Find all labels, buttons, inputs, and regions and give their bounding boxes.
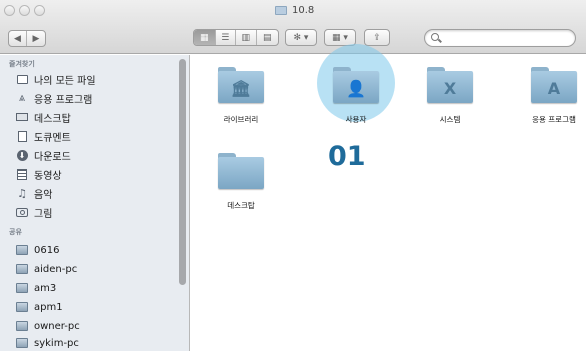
library-folder-icon: 🏛 [218, 67, 264, 103]
sidebar-item-label: 그림 [34, 208, 53, 220]
sidebar-item-label: 응용 프로그램 [34, 94, 93, 106]
column-view-icon: ▥ [241, 32, 251, 43]
icon-view-icon: ▦ [199, 32, 209, 43]
computer-icon [16, 301, 28, 313]
music-icon: ♫ [17, 186, 27, 200]
sidebar-item-applications[interactable]: ⩓ 응용 프로그램 [16, 90, 93, 106]
pictures-icon [16, 206, 28, 218]
sidebar-item-label: 동영상 [34, 170, 62, 182]
folder-item-applications[interactable]: A 응용 프로그램 [509, 55, 586, 135]
sidebar-item-all-files[interactable]: 나의 모든 파일 [16, 71, 96, 87]
folder-item-desktop[interactable]: 데스크탑 [196, 141, 286, 221]
folder-item-library[interactable]: 🏛 라이브러리 [196, 55, 286, 135]
applications-folder-icon: A [531, 67, 577, 103]
sidebar-item-label: aiden-pc [34, 263, 78, 275]
column-view-button[interactable]: ▥ [236, 30, 257, 45]
coverflow-view-button[interactable]: ▤ [257, 30, 278, 45]
search-input[interactable] [424, 29, 576, 47]
system-folder-icon: X [427, 67, 473, 103]
search-icon [431, 33, 439, 41]
computer-icon [16, 263, 28, 275]
list-view-button[interactable]: ☰ [216, 30, 237, 45]
folder-label: 시스템 [439, 115, 461, 124]
close-window-button[interactable] [4, 5, 15, 16]
computer-icon [16, 337, 28, 349]
list-view-icon: ☰ [221, 32, 230, 43]
sidebar-item-shared-owner-pc[interactable]: owner-pc [16, 318, 80, 334]
share-icon: ⇪ [373, 32, 381, 43]
documents-icon [16, 130, 28, 142]
sidebar-item-label: 나의 모든 파일 [34, 75, 96, 87]
all-files-icon [16, 73, 28, 85]
back-forward-buttons: ◀ ▶ [8, 30, 46, 47]
folder-label: 응용 프로그램 [532, 115, 576, 124]
folder-icon [275, 5, 287, 15]
users-folder-icon: 👤 [333, 67, 379, 103]
sidebar-item-label: 도큐멘트 [34, 132, 71, 144]
zoom-window-button[interactable] [34, 5, 45, 16]
sidebar-item-label: 0616 [34, 244, 60, 256]
toolbar: 10.8 ◀ ▶ ▦ ☰ ▥ ▤ ✻ ▾ ▦ ▾ ⇪ [0, 0, 586, 54]
action-button[interactable]: ✻ ▾ [285, 29, 317, 46]
sidebar-item-label: apm1 [34, 301, 63, 313]
sidebar-item-shared-sykim-pc[interactable]: sykim-pc [16, 335, 79, 351]
coverflow-view-icon: ▤ [263, 32, 272, 43]
sidebar-item-shared-am3[interactable]: am3 [16, 280, 56, 296]
desktop-icon [16, 111, 28, 123]
sidebar-item-music[interactable]: ♫ 음악 [16, 185, 52, 201]
folder-item-system[interactable]: X 시스템 [405, 55, 495, 135]
sidebar-item-label: am3 [34, 282, 57, 294]
finder-window: 10.8 ◀ ▶ ▦ ☰ ▥ ▤ ✻ ▾ ▦ ▾ ⇪ 즐겨찾기 나의 모든 파일… [0, 0, 586, 351]
sidebar-item-label: 데스크탑 [34, 113, 71, 125]
sidebar-item-desktop[interactable]: 데스크탑 [16, 109, 71, 125]
view-mode-segmented: ▦ ☰ ▥ ▤ [193, 29, 279, 46]
annotation-number: 01 [328, 141, 366, 172]
folder-label: 데스크탑 [227, 201, 255, 210]
applications-icon: ⩓ [18, 91, 26, 104]
desktop-folder-icon [218, 153, 264, 189]
share-button[interactable]: ⇪ [364, 29, 390, 46]
window-title: 10.8 [275, 3, 314, 17]
movies-icon [16, 168, 28, 180]
favorites-header: 즐겨찾기 [9, 60, 35, 68]
shared-header: 공유 [9, 228, 22, 236]
sidebar-item-shared-0616[interactable]: 0616 [16, 242, 59, 258]
sidebar-item-label: sykim-pc [34, 337, 79, 349]
gear-icon: ✻ ▾ [293, 32, 309, 43]
folder-label: 라이브러리 [223, 115, 259, 124]
arrange-icon: ▦ ▾ [332, 32, 348, 43]
window-title-text: 10.8 [292, 4, 315, 16]
back-button[interactable]: ◀ [9, 31, 28, 46]
folder-item-users[interactable]: 👤 사용자 [311, 55, 401, 135]
sidebar-item-label: 음악 [34, 189, 53, 201]
sidebar-item-label: owner-pc [34, 320, 80, 332]
computer-icon [16, 282, 28, 294]
forward-arrow-icon: ▶ [32, 33, 40, 44]
file-browser-pane: 🏛 라이브러리 👤 사용자 X 시스템 A 응용 프로그램 데스크탑 01 [191, 44, 586, 351]
minimize-window-button[interactable] [19, 5, 30, 16]
sidebar-item-shared-apm1[interactable]: apm1 [16, 299, 63, 315]
computer-icon [16, 244, 28, 256]
forward-button[interactable]: ▶ [27, 31, 45, 46]
sidebar-item-pictures[interactable]: 그림 [16, 204, 52, 220]
sidebar-item-shared-aiden-pc[interactable]: aiden-pc [16, 261, 77, 277]
computer-icon [16, 320, 28, 332]
sidebar-item-movies[interactable]: 동영상 [16, 166, 62, 182]
sidebar-item-downloads[interactable]: ⬇ 다운로드 [16, 147, 71, 163]
sidebar: 즐겨찾기 나의 모든 파일 ⩓ 응용 프로그램 데스크탑 도큐멘트 ⬇ 다운로드… [0, 55, 190, 351]
icon-view-button[interactable]: ▦ [194, 30, 216, 45]
downloads-icon: ⬇ [16, 149, 28, 161]
sidebar-scrollbar[interactable] [179, 59, 186, 285]
sidebar-item-label: 다운로드 [34, 151, 71, 163]
sidebar-item-documents[interactable]: 도큐멘트 [16, 128, 71, 144]
folder-label: 사용자 [345, 115, 367, 124]
back-arrow-icon: ◀ [14, 33, 21, 44]
